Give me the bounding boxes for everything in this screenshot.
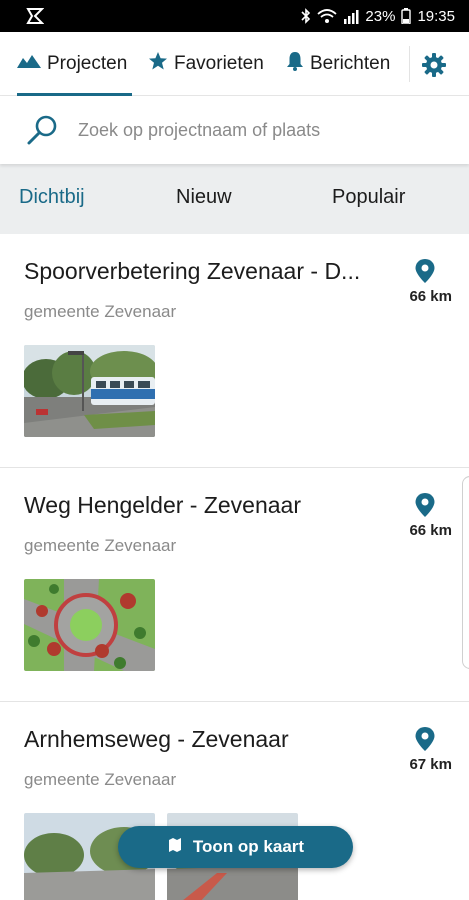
show-on-map-label: Toon op kaart xyxy=(192,837,305,856)
tab-projecten[interactable]: Projecten xyxy=(17,32,132,96)
tab-berichten[interactable]: Berichten xyxy=(286,32,390,96)
show-on-map-button[interactable]: Toon op kaart xyxy=(118,826,353,868)
project-municipality: gemeente Zevenaar xyxy=(24,302,177,321)
project-municipality: gemeente Zevenaar xyxy=(24,536,177,555)
top-tab-bar: Projecten Favorieten Berichten xyxy=(0,32,469,96)
tab-label: Favorieten xyxy=(174,53,264,74)
project-title: Spoorverbetering Zevenaar - D... xyxy=(24,258,361,284)
gear-icon[interactable] xyxy=(421,52,447,78)
project-photo-train xyxy=(24,345,155,437)
project-distance: 66 km xyxy=(409,288,452,305)
signal-icon xyxy=(343,9,359,24)
mountains-icon xyxy=(17,53,41,75)
star-icon xyxy=(148,51,168,77)
battery-percent: 23% xyxy=(365,7,396,25)
project-distance: 66 km xyxy=(409,522,452,539)
location-pin-icon xyxy=(414,492,436,523)
bell-icon xyxy=(286,51,304,77)
project-title: Weg Hengelder - Zevenaar xyxy=(24,492,301,518)
project-card[interactable]: Arnhemseweg - Zevenaar gemeente Zevenaar… xyxy=(0,702,469,900)
wifi-icon xyxy=(317,8,338,24)
tab-label: Berichten xyxy=(310,53,391,74)
status-bar: 23% 19:35 xyxy=(0,0,469,32)
location-pin-icon xyxy=(414,258,436,289)
project-card[interactable]: Spoorverbetering Zevenaar - D... gemeent… xyxy=(0,234,469,468)
tab-favorieten[interactable]: Favorieten xyxy=(148,32,264,96)
project-title: Arnhemseweg - Zevenaar xyxy=(24,726,289,752)
map-icon xyxy=(167,837,183,858)
battery-icon xyxy=(401,8,412,24)
project-photo-roundabout xyxy=(24,579,155,671)
scroll-indicator[interactable] xyxy=(462,476,469,669)
app-notification-icon xyxy=(26,8,44,24)
location-pin-icon xyxy=(414,726,436,757)
project-list: Spoorverbetering Zevenaar - D... gemeent… xyxy=(0,234,469,900)
tab-divider xyxy=(409,46,410,82)
project-distance: 67 km xyxy=(409,756,452,773)
search-icon[interactable] xyxy=(26,114,60,151)
filter-nieuw[interactable]: Nieuw xyxy=(176,186,232,209)
filter-populair[interactable]: Populair xyxy=(332,186,405,209)
bluetooth-icon xyxy=(301,8,311,24)
clock: 19:35 xyxy=(417,7,455,25)
filter-tabs: Dichtbij Nieuw Populair xyxy=(0,164,469,234)
filter-dichtbij[interactable]: Dichtbij xyxy=(19,186,85,209)
project-card[interactable]: Weg Hengelder - Zevenaar gemeente Zevena… xyxy=(0,468,469,702)
search-input[interactable] xyxy=(78,114,448,146)
tab-label: Projecten xyxy=(47,53,128,74)
project-municipality: gemeente Zevenaar xyxy=(24,770,177,789)
search-bar xyxy=(0,96,469,164)
